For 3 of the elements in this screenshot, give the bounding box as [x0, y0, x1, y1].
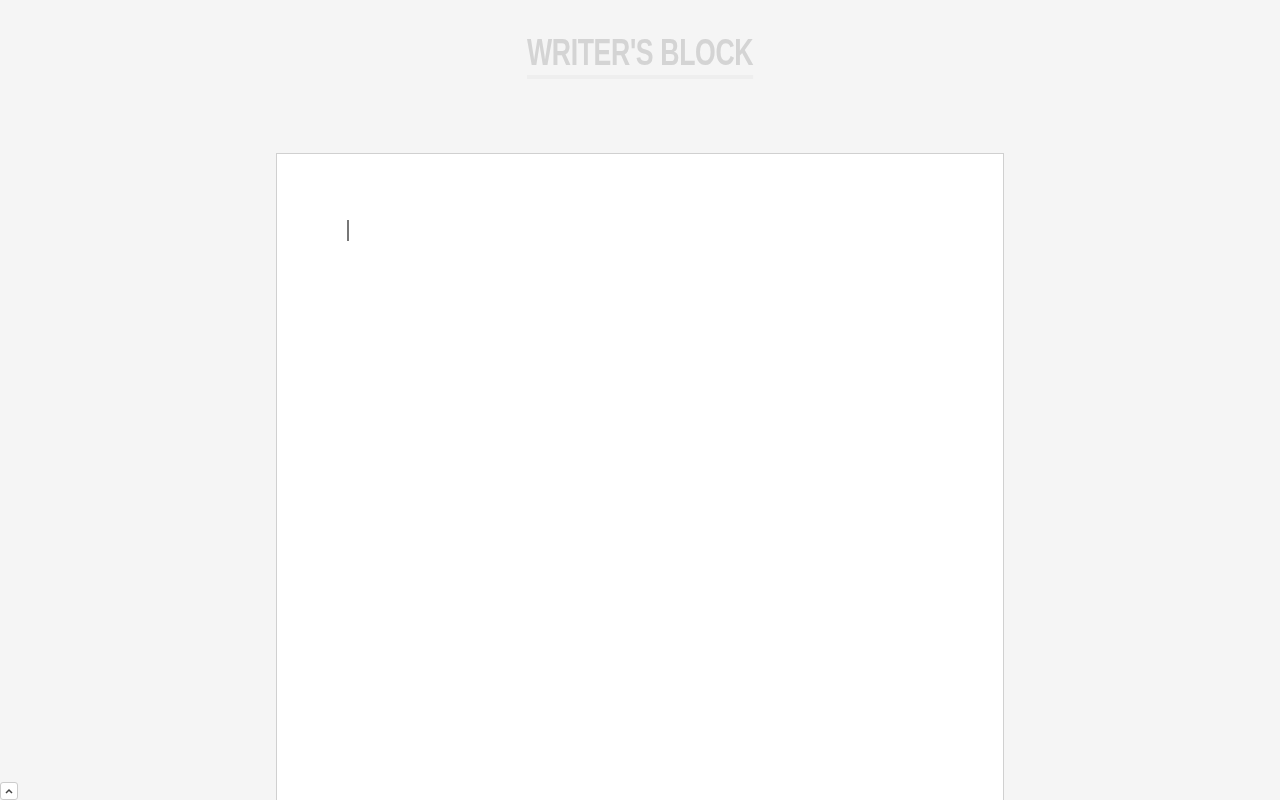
text-cursor	[347, 220, 349, 241]
chevron-up-icon	[5, 788, 13, 794]
toggle-button[interactable]	[0, 782, 18, 800]
